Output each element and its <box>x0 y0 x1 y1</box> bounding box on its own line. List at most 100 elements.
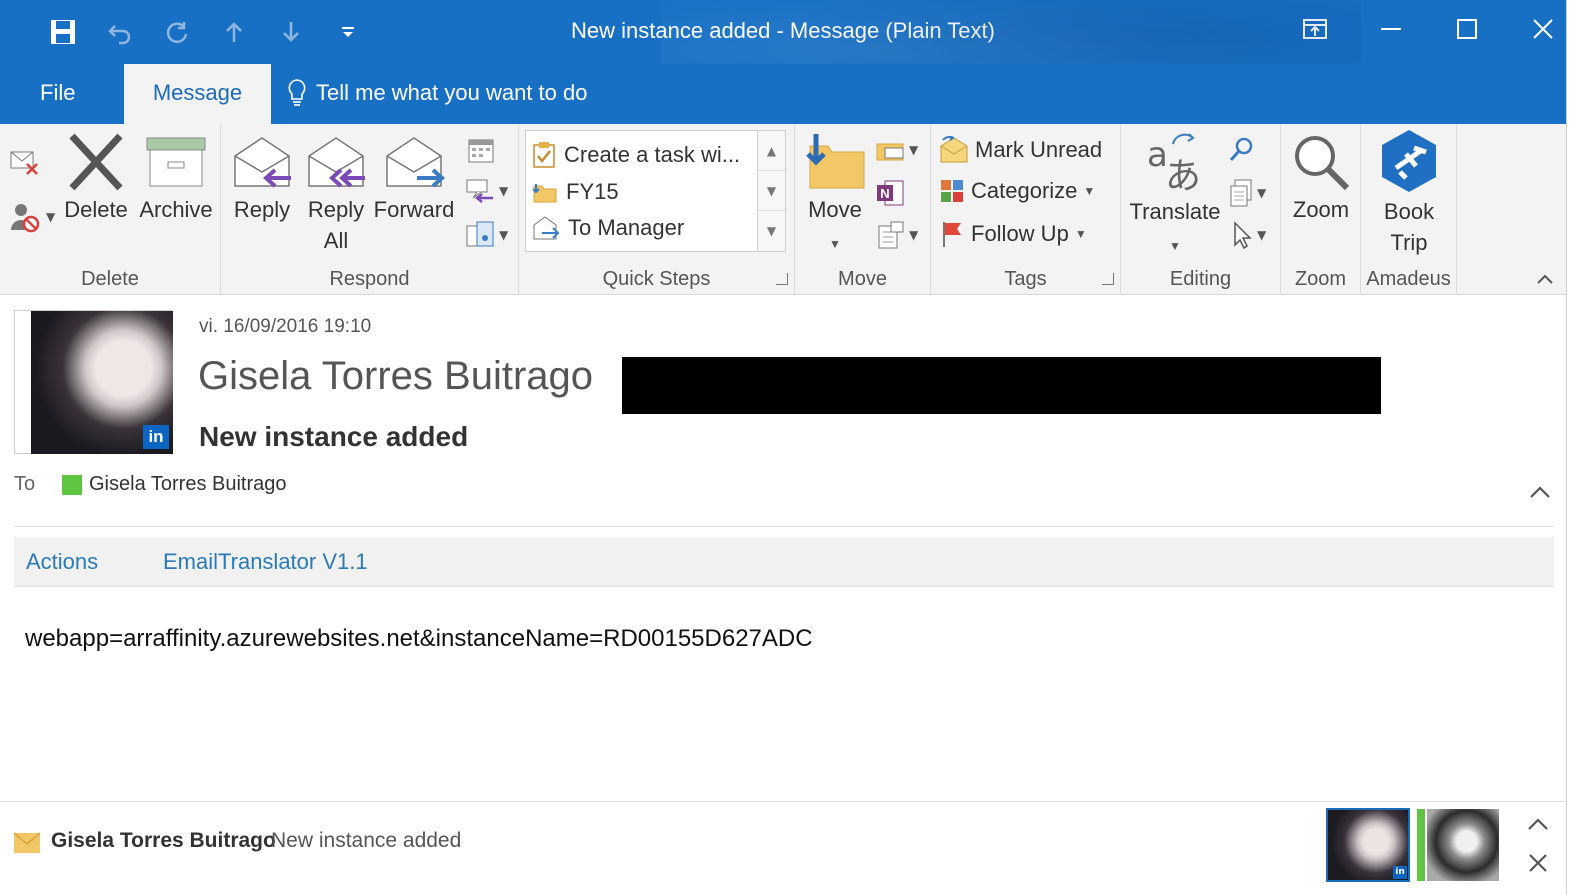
window-right-border <box>1566 0 1581 895</box>
expand-gallery-button[interactable]: ▼ <box>758 211 785 251</box>
ribbon-display-icon <box>1303 19 1327 39</box>
flag-icon <box>943 222 961 247</box>
delete-group: ▼ Delete Archive Delete <box>0 124 221 295</box>
collapse-ribbon-button[interactable] <box>1536 270 1554 289</box>
task-clipboard-icon <box>533 142 555 168</box>
scroll-down-button[interactable]: ▼ <box>758 171 785 211</box>
archive-button[interactable]: Archive <box>136 132 216 225</box>
mark-unread-button[interactable]: Mark Unread <box>939 136 1102 164</box>
addin-email-translator[interactable]: EmailTranslator V1.1 <box>163 549 368 575</box>
delete-x-icon <box>69 133 123 191</box>
people-pane-name[interactable]: Gisela Torres Buitrago <box>51 829 276 853</box>
expand-people-pane-button[interactable] <box>1527 816 1549 835</box>
chevron-down-icon: ▼ <box>499 184 509 198</box>
forward-button[interactable]: Forward <box>371 132 457 225</box>
actions-button[interactable]: ▼ <box>875 220 918 250</box>
close-people-pane-button[interactable] <box>1527 852 1549 878</box>
amadeus-group-label: Amadeus <box>1366 268 1451 290</box>
chevron-down-icon: ▼ <box>1257 228 1267 242</box>
recipient-name[interactable]: Gisela Torres Buitrago <box>89 473 287 496</box>
more-respond-button[interactable]: ▼ <box>465 220 508 250</box>
chevron-down-icon: ▼ <box>909 143 919 157</box>
quick-steps-dialog-launcher[interactable] <box>776 273 788 285</box>
tell-me-search[interactable]: Tell me what you want to do <box>286 78 587 108</box>
tags-dialog-launcher[interactable] <box>1102 273 1114 285</box>
ribbon-tab-row: File Message Tell me what you want to do <box>0 64 1581 124</box>
editing-group: aあ Translate ▼ ▼ ▼ Editing <box>1121 124 1281 295</box>
sender-avatar[interactable]: in <box>14 310 173 454</box>
quick-step-to-manager[interactable]: To Manager <box>532 215 684 241</box>
reply-all-label-1: Reply <box>307 197 365 222</box>
to-label: To <box>14 473 36 495</box>
delete-group-label: Delete <box>81 268 139 290</box>
airplane-icon <box>1382 130 1436 192</box>
ignore-button[interactable] <box>8 144 42 182</box>
tags-group: Mark Unread Categorize ▼ Follow Up ▼ Tag… <box>931 124 1121 295</box>
reply-all-button[interactable]: Reply All <box>303 132 369 256</box>
delete-button[interactable]: Delete <box>60 132 132 225</box>
zoom-button[interactable]: Zoom <box>1285 132 1357 225</box>
header-divider <box>14 526 1554 527</box>
onenote-icon: N <box>877 180 904 206</box>
reply-button[interactable]: Reply <box>229 132 295 225</box>
people-pane-subject: New instance added <box>271 829 462 852</box>
ribbon-display-options-button[interactable] <box>1277 0 1353 58</box>
select-button[interactable]: ▼ <box>1227 220 1266 250</box>
people-pane-photo-contact[interactable] <box>1427 809 1499 881</box>
quick-step-fy15[interactable]: FY15 <box>532 179 619 205</box>
quick-step-label: FY15 <box>566 179 619 204</box>
quick-steps-gallery: Create a task wi... FY15 To Manager <box>525 130 758 252</box>
move-button[interactable]: Move ▼ <box>799 132 871 260</box>
related-button[interactable]: ▼ <box>1227 178 1266 208</box>
book-trip-label-2: Trip <box>1390 230 1428 255</box>
close-icon <box>1529 854 1547 872</box>
translate-button[interactable]: aあ Translate ▼ <box>1125 130 1225 262</box>
mail-forward-icon <box>533 216 560 240</box>
maximize-button[interactable] <box>1429 0 1505 58</box>
minimize-icon <box>1381 28 1401 30</box>
meeting-button[interactable] <box>467 136 495 168</box>
find-icon <box>1229 137 1253 161</box>
follow-up-button[interactable]: Follow Up ▼ <box>939 220 1087 248</box>
redacted-email-address <box>622 357 1381 414</box>
presence-indicator <box>1417 809 1425 881</box>
addin-actions[interactable]: Actions <box>26 549 98 575</box>
quick-step-create-task[interactable]: Create a task wi... <box>532 141 740 169</box>
book-trip-button[interactable]: Book Trip <box>1367 128 1451 258</box>
collapse-header-button[interactable] <box>1529 484 1551 503</box>
rules-icon <box>876 143 904 161</box>
rules-button[interactable]: ▼ <box>875 136 918 164</box>
junk-icon <box>11 204 40 233</box>
im-reply-button[interactable]: ▼ <box>463 176 508 206</box>
calendar-icon <box>468 139 494 163</box>
chevron-down-icon: ▼ <box>829 237 841 251</box>
message-subject: New instance added <box>199 421 469 452</box>
chevron-up-icon <box>1537 274 1553 284</box>
window-controls <box>1277 0 1581 58</box>
linkedin-icon: in <box>143 425 169 449</box>
scroll-up-button[interactable]: ▲ <box>758 131 785 171</box>
chevron-up-icon <box>1528 818 1548 830</box>
recipients-row: To Gisela Torres Buitrago <box>14 473 287 496</box>
message-body: webapp=arraffinity.azurewebsites.net&ins… <box>25 625 813 652</box>
cursor-icon <box>1234 221 1252 250</box>
find-button[interactable] <box>1227 136 1255 168</box>
forward-icon <box>386 137 445 188</box>
junk-button[interactable]: ▼ <box>8 200 55 234</box>
people-pane: Gisela Torres Buitrago New instance adde… <box>0 801 1568 887</box>
chevron-up-icon <box>1530 486 1550 498</box>
respond-group: Reply Reply All Forward ▼ ▼ Respond <box>221 124 519 295</box>
people-pane-photo-linkedin[interactable]: in <box>1326 808 1410 882</box>
message-datetime: vi. 16/09/2016 19:10 <box>199 316 372 337</box>
tab-message[interactable]: Message <box>124 64 271 124</box>
tab-file[interactable]: File <box>40 80 75 106</box>
related-icon <box>1230 179 1252 207</box>
reply-label: Reply <box>233 197 291 222</box>
categorize-button[interactable]: Categorize ▼ <box>939 178 1095 204</box>
chevron-down-icon: ▼ <box>1257 186 1267 200</box>
onenote-button[interactable]: N <box>875 178 907 212</box>
minimize-button[interactable] <box>1353 0 1429 58</box>
sender-name[interactable]: Gisela Torres Buitrago <box>198 354 593 399</box>
chevron-down-icon: ▼ <box>1169 239 1181 253</box>
svg-text:あ: あ <box>1165 156 1201 194</box>
